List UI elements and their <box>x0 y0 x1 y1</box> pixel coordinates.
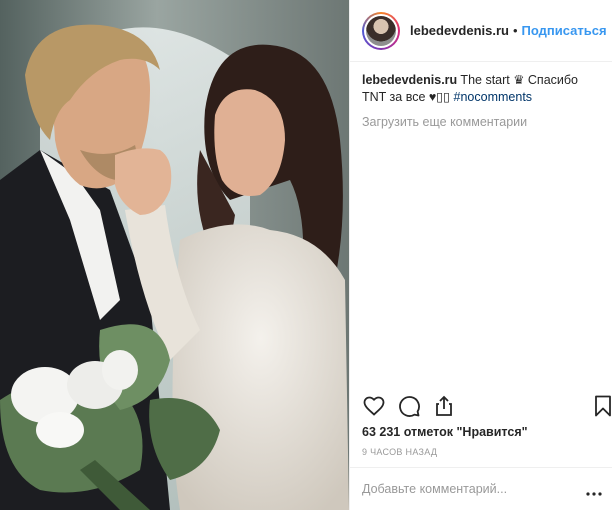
header-separator: • <box>512 23 518 38</box>
add-comment-bar <box>350 467 612 510</box>
post-sidebar: lebedevdenis.ru • Подписаться lebedevden… <box>349 0 612 510</box>
comments-section: lebedevdenis.ru The start ♛ Спасибо TNT … <box>362 72 602 131</box>
header-username[interactable]: lebedevdenis.ru <box>410 23 509 38</box>
share-icon[interactable] <box>432 394 456 423</box>
more-dots-icon[interactable] <box>585 484 603 502</box>
post-timestamp: 9 часов назад <box>362 447 438 457</box>
avatar-ring <box>364 13 398 48</box>
avatar-image <box>366 15 396 46</box>
bookmark-icon[interactable] <box>592 394 612 423</box>
post-photo-illustration <box>0 0 349 510</box>
caption: lebedevdenis.ru The start ♛ Спасибо TNT … <box>362 72 602 106</box>
add-comment-input[interactable] <box>362 482 562 496</box>
caption-hashtag[interactable]: #nocomments <box>454 90 533 104</box>
comment-icon[interactable] <box>397 394 421 423</box>
load-more-comments[interactable]: Загрузить еще комментарии <box>362 114 602 131</box>
caption-username[interactable]: lebedevdenis.ru <box>362 73 457 87</box>
follow-button[interactable]: Подписаться <box>522 23 607 38</box>
action-bar <box>362 394 612 420</box>
post-header: lebedevdenis.ru • Подписаться <box>350 0 612 62</box>
instagram-post: lebedevdenis.ru • Подписаться lebedevden… <box>0 0 612 510</box>
avatar[interactable] <box>362 11 400 50</box>
heart-icon[interactable] <box>362 394 386 423</box>
post-photo[interactable] <box>0 0 349 510</box>
likes-count[interactable]: 63 231 отметок "Нравится" <box>362 425 528 439</box>
